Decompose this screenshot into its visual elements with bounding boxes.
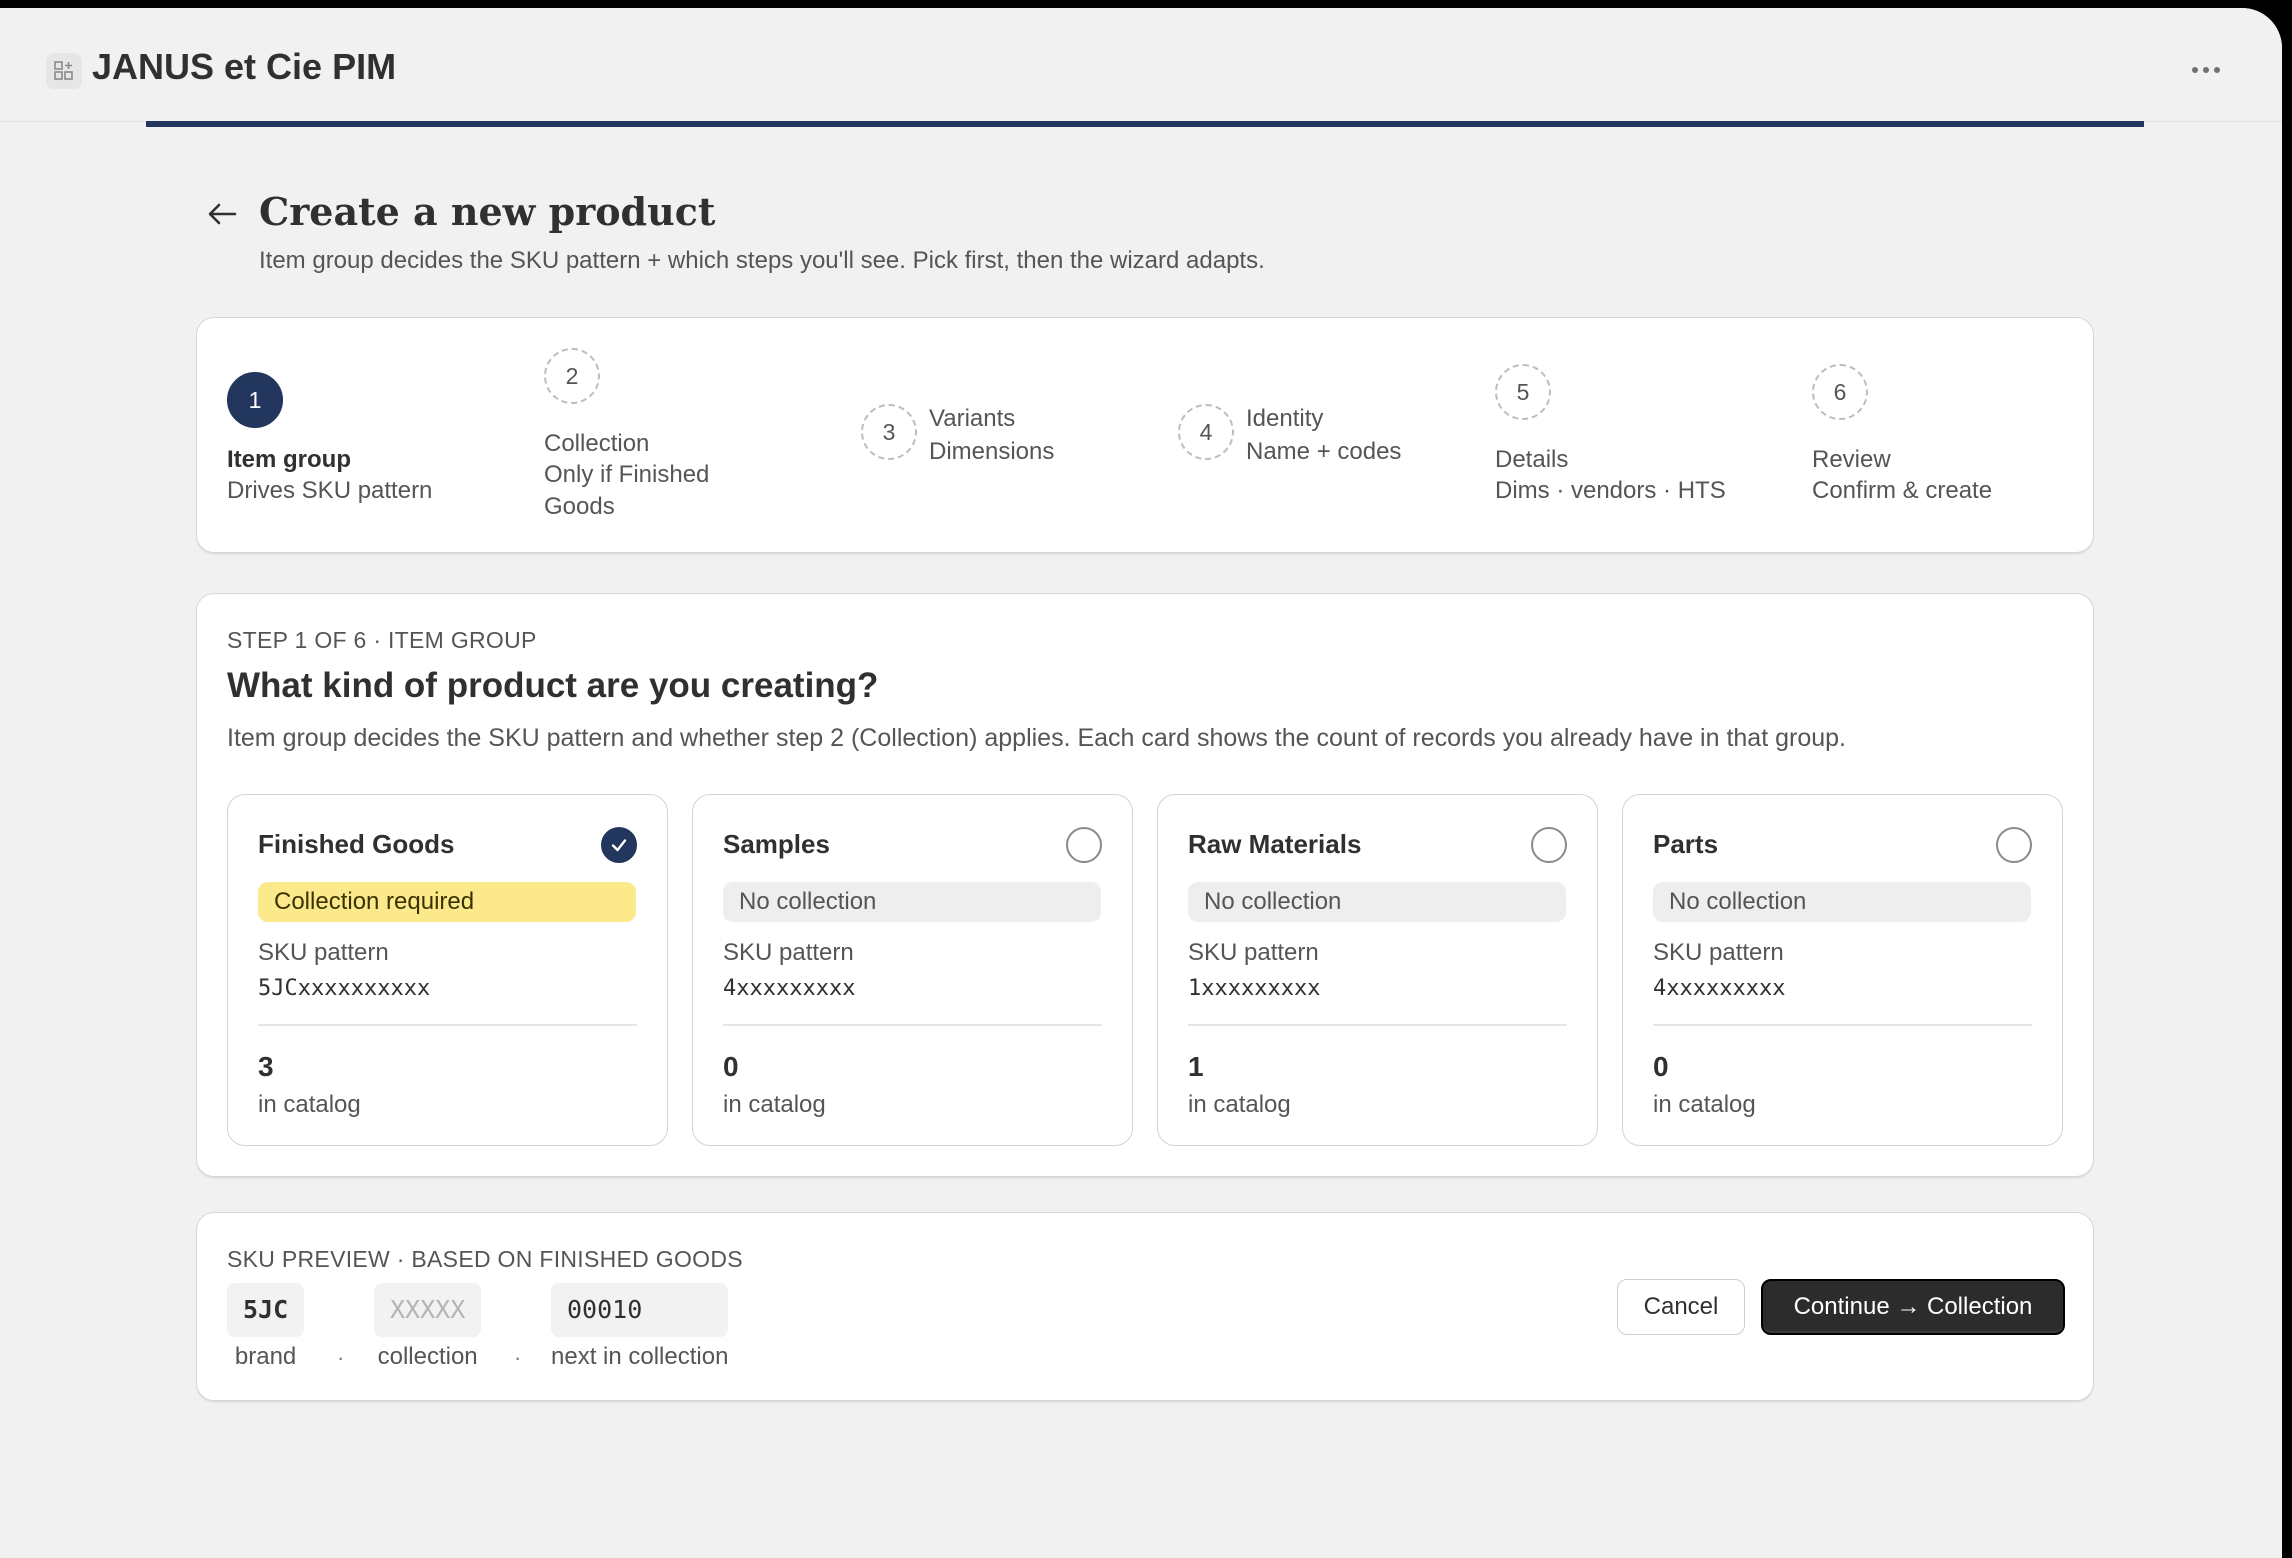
sku-preview-overline: SKU PREVIEW · BASED ON FINISHED GOODS — [227, 1246, 743, 1272]
collection-badge: No collection — [1653, 882, 2031, 922]
sku-segment-collection: XXXXX collection — [374, 1283, 482, 1371]
sku-segment-next: 00010 next in collection — [551, 1283, 729, 1371]
step-details[interactable]: 5 Details Dims · vendors · HTS — [1495, 318, 1775, 554]
step-number: 6 — [1812, 364, 1868, 420]
collection-badge: Collection required — [258, 882, 636, 922]
step-description: Item group decides the SKU pattern and w… — [227, 724, 1846, 752]
divider — [723, 1024, 1102, 1026]
step-collection[interactable]: 2 Collection Only if Finished Goods — [544, 318, 784, 554]
sku-segment-value: XXXXX — [374, 1283, 482, 1337]
step-question: What kind of product are you creating? — [227, 666, 879, 705]
step-number: 1 — [227, 372, 283, 428]
sku-segment-caption: brand — [234, 1343, 297, 1370]
sku-segment-caption: collection — [377, 1343, 478, 1370]
option-title: Parts — [1653, 829, 1719, 859]
sku-pattern-value: 1xxxxxxxxx — [1188, 976, 1321, 1001]
step-sublabel: Only if Finished Goods — [544, 461, 710, 520]
page-title: Create a new product — [259, 189, 716, 234]
wizard-progress-line — [146, 121, 2144, 127]
catalog-count-label: in catalog — [258, 1091, 361, 1118]
cancel-button[interactable]: Cancel — [1617, 1279, 1745, 1335]
catalog-count-label: in catalog — [1653, 1091, 1756, 1118]
collection-badge: No collection — [723, 882, 1101, 922]
step-variants[interactable]: 3 Variants Dimensions — [861, 318, 1121, 554]
step-review[interactable]: 6 Review Confirm & create — [1812, 318, 2072, 554]
back-arrow-icon[interactable] — [200, 192, 244, 236]
sku-pattern-label: SKU pattern — [258, 939, 389, 966]
sku-separator: · — [337, 1345, 345, 1370]
step-identity[interactable]: 4 Identity Name + codes — [1178, 318, 1458, 554]
step-number: 2 — [544, 348, 600, 404]
sku-segment-value: 00010 — [551, 1283, 729, 1337]
catalog-count: 0 — [723, 1051, 739, 1082]
radio-button[interactable] — [1996, 827, 2032, 863]
option-raw-materials[interactable]: Raw Materials No collection SKU pattern … — [1157, 794, 1598, 1146]
option-samples[interactable]: Samples No collection SKU pattern 4xxxxx… — [692, 794, 1133, 1146]
sku-preview-card: SKU PREVIEW · BASED ON FINISHED GOODS 5J… — [196, 1212, 2094, 1401]
collection-badge: No collection — [1188, 882, 1566, 922]
step-number: 3 — [861, 404, 917, 460]
wizard-stepper: 1 Item group Drives SKU pattern 2 Collec… — [196, 317, 2094, 553]
step-item-group[interactable]: 1 Item group Drives SKU pattern — [227, 318, 527, 554]
app-title: JANUS et Cie PIM — [92, 46, 397, 87]
more-horizontal-icon[interactable] — [2184, 48, 2228, 92]
step-label: Review — [1812, 446, 1891, 473]
step-overline: STEP 1 OF 6 · ITEM GROUP — [227, 627, 537, 653]
sku-pattern-label: SKU pattern — [723, 939, 854, 966]
sku-pattern-label: SKU pattern — [1188, 939, 1319, 966]
step-sublabel: Confirm & create — [1812, 477, 1993, 504]
step-number: 5 — [1495, 364, 1551, 420]
step-label: Identity — [1246, 405, 1324, 432]
option-finished-goods[interactable]: Finished Goods Collection required SKU p… — [227, 794, 668, 1146]
option-title: Samples — [723, 829, 830, 859]
item-group-card: STEP 1 OF 6 · ITEM GROUP What kind of pr… — [196, 593, 2094, 1177]
step-sublabel: Name + codes — [1246, 438, 1402, 465]
divider — [1653, 1024, 2032, 1026]
app-window: JANUS et Cie PIM Create a new product It… — [0, 8, 2282, 1558]
step-label: Collection — [544, 430, 650, 457]
catalog-count-label: in catalog — [723, 1091, 826, 1118]
step-label: Variants — [929, 405, 1016, 432]
radio-button[interactable] — [1531, 827, 1567, 863]
divider — [258, 1024, 637, 1026]
catalog-count: 0 — [1653, 1051, 1669, 1082]
sku-pattern-value: 4xxxxxxxxx — [1653, 976, 1786, 1001]
step-sublabel: Dims · vendors · HTS — [1495, 477, 1726, 504]
page-subtitle: Item group decides the SKU pattern + whi… — [259, 247, 1265, 274]
step-sublabel: Drives SKU pattern — [227, 477, 433, 504]
step-number: 4 — [1178, 404, 1234, 460]
catalog-count: 3 — [258, 1051, 274, 1082]
sku-segment-brand: 5JC brand — [227, 1283, 305, 1371]
catalog-count-label: in catalog — [1188, 1091, 1291, 1118]
app-bar: JANUS et Cie PIM — [0, 8, 2282, 122]
radio-button[interactable] — [1066, 827, 1102, 863]
sku-pattern-value: 5JCxxxxxxxxxx — [258, 976, 431, 1001]
sku-segment-caption: next in collection — [551, 1343, 729, 1370]
catalog-count: 1 — [1188, 1051, 1204, 1082]
grid-plus-icon — [46, 53, 82, 89]
sku-pattern-value: 4xxxxxxxxx — [723, 976, 856, 1001]
option-title: Raw Materials — [1188, 829, 1362, 859]
option-title: Finished Goods — [258, 829, 455, 859]
option-parts[interactable]: Parts No collection SKU pattern 4xxxxxxx… — [1622, 794, 2063, 1146]
sku-separator: · — [514, 1345, 522, 1370]
continue-button[interactable]: Continue → Collection — [1761, 1279, 2065, 1335]
step-label: Details — [1495, 446, 1569, 473]
step-sublabel: Dimensions — [929, 438, 1055, 465]
step-label: Item group — [227, 446, 351, 473]
sku-segment-value: 5JC — [227, 1283, 305, 1337]
sku-pattern-label: SKU pattern — [1653, 939, 1784, 966]
divider — [1188, 1024, 1567, 1026]
check-icon[interactable] — [601, 827, 637, 863]
